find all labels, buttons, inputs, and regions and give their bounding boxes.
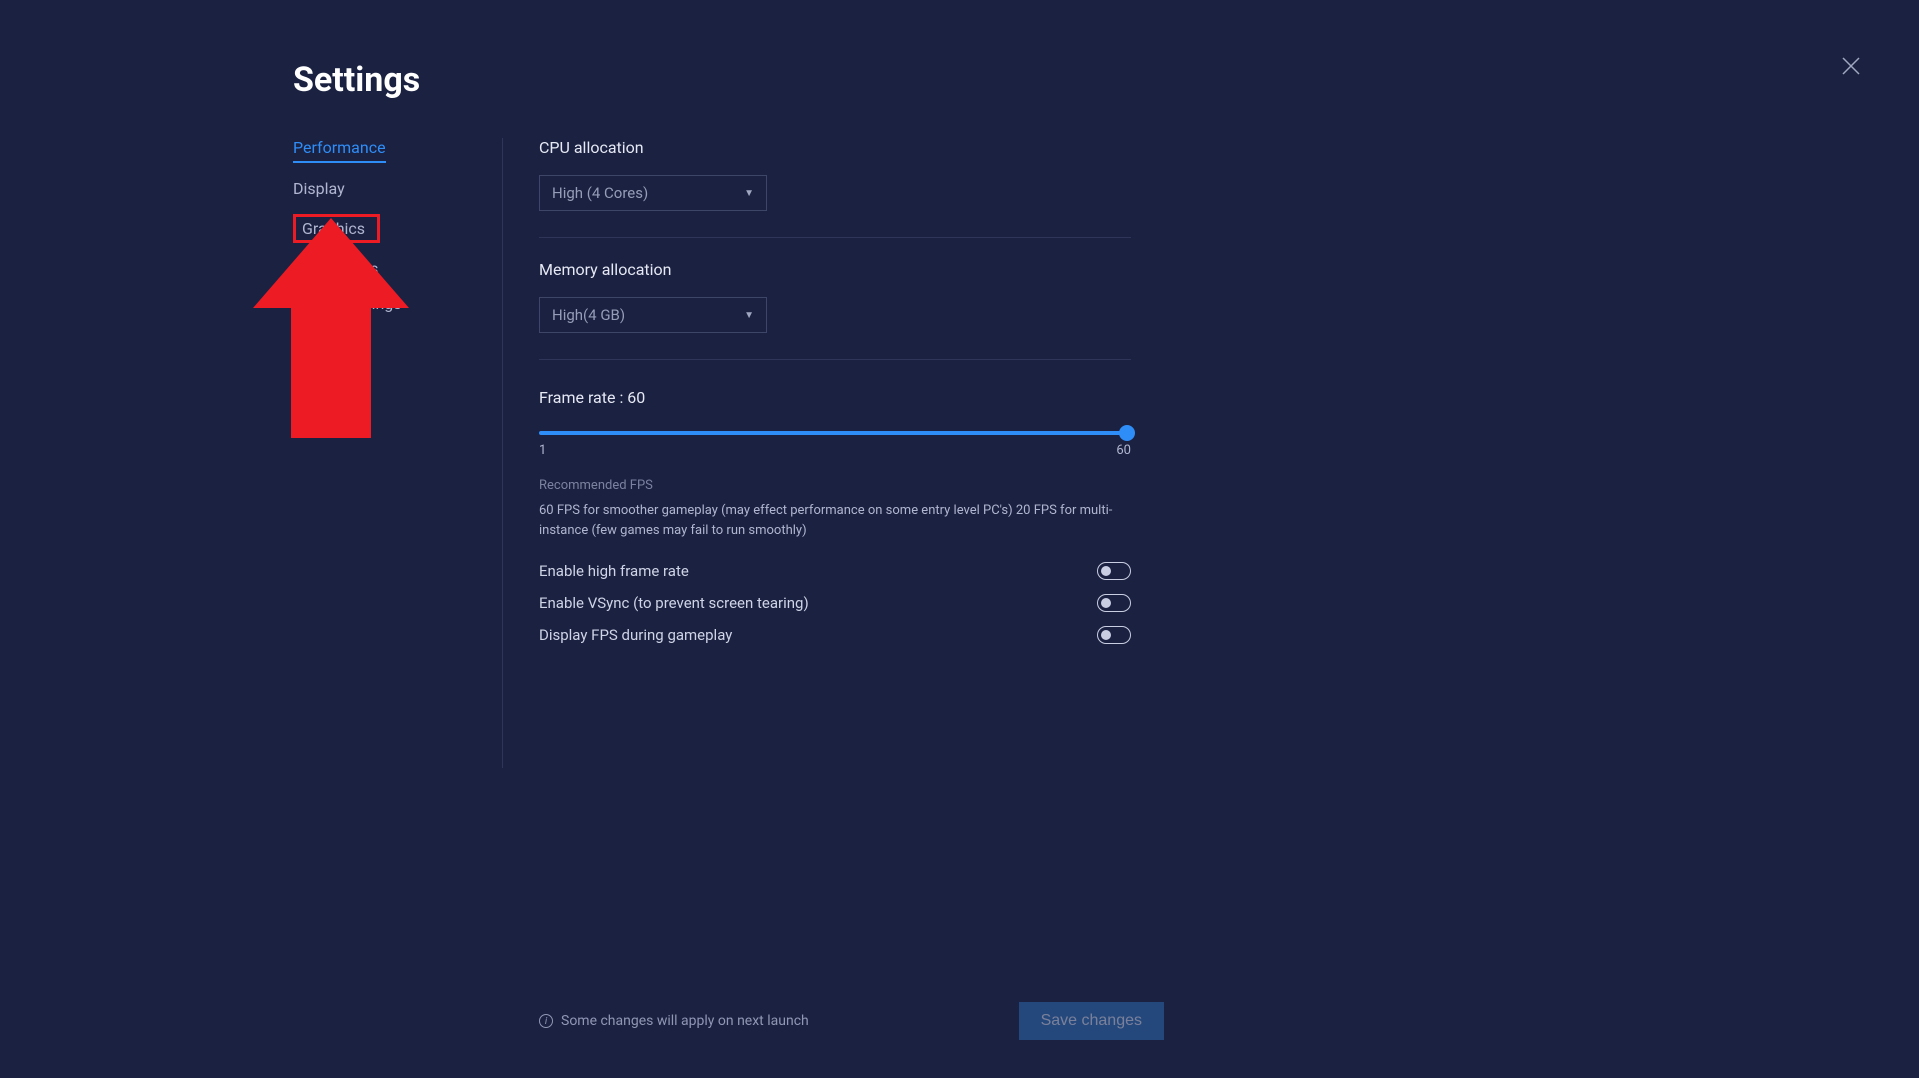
- sidebar-item-graphics[interactable]: Graphics: [302, 219, 365, 238]
- toggle-display-fps[interactable]: [1097, 626, 1131, 644]
- toggle-label-high-frame-rate: Enable high frame rate: [539, 562, 689, 580]
- settings-sidebar: Performance Display Graphics Preferences…: [293, 138, 503, 768]
- chevron-down-icon: ▼: [744, 188, 754, 199]
- save-changes-button[interactable]: Save changes: [1019, 1002, 1164, 1040]
- toggle-vsync[interactable]: [1097, 594, 1131, 612]
- sidebar-item-preferences[interactable]: Preferences: [293, 259, 378, 278]
- page-title: Settings: [293, 60, 1919, 100]
- sidebar-item-device-settings[interactable]: Device settings: [293, 294, 402, 313]
- memory-allocation-value: High(4 GB): [552, 306, 625, 324]
- footer-note: i Some changes will apply on next launch: [539, 1013, 809, 1029]
- recommended-fps-title: Recommended FPS: [539, 478, 1131, 493]
- cpu-allocation-value: High (4 Cores): [552, 184, 648, 202]
- divider: [539, 359, 1131, 360]
- frame-rate-max: 60: [1116, 443, 1131, 458]
- frame-rate-label: Frame rate : 60: [539, 388, 1131, 407]
- info-icon: i: [539, 1014, 553, 1028]
- toggle-label-vsync: Enable VSync (to prevent screen tearing): [539, 594, 809, 612]
- divider: [539, 237, 1131, 238]
- tutorial-arrow: [253, 218, 408, 458]
- toggle-high-frame-rate[interactable]: [1097, 562, 1131, 580]
- frame-rate-slider[interactable]: [539, 431, 1131, 435]
- close-button[interactable]: [1839, 54, 1863, 78]
- frame-rate-slider-thumb[interactable]: [1119, 425, 1135, 441]
- sidebar-item-display[interactable]: Display: [293, 179, 345, 198]
- toggle-label-display-fps: Display FPS during gameplay: [539, 626, 732, 644]
- sidebar-item-performance[interactable]: Performance: [293, 138, 386, 163]
- cpu-allocation-label: CPU allocation: [539, 138, 1131, 157]
- cpu-allocation-dropdown[interactable]: High (4 Cores) ▼: [539, 175, 767, 211]
- footer-note-text: Some changes will apply on next launch: [561, 1013, 809, 1029]
- frame-rate-min: 1: [539, 443, 546, 458]
- settings-main: CPU allocation High (4 Cores) ▼ Memory a…: [539, 138, 1131, 1078]
- memory-allocation-dropdown[interactable]: High(4 GB) ▼: [539, 297, 767, 333]
- memory-allocation-label: Memory allocation: [539, 260, 1131, 279]
- tutorial-highlight-box: Graphics: [293, 214, 380, 243]
- close-icon: [1839, 54, 1863, 78]
- recommended-fps-text: 60 FPS for smoother gameplay (may effect…: [539, 501, 1131, 540]
- chevron-down-icon: ▼: [744, 310, 754, 321]
